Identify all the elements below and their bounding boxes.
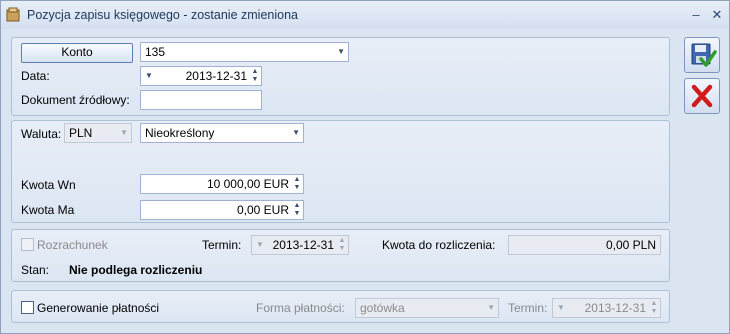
currency-select[interactable]: PLN ▼ (64, 123, 132, 143)
waluta-label: Waluta: (21, 127, 62, 141)
app-icon (6, 7, 20, 22)
save-check-icon (691, 43, 717, 67)
platnosc-termin-label: Termin: (508, 301, 548, 315)
chevron-down-icon: ▼ (292, 128, 300, 137)
rate-type-value: Nieokreślony (145, 126, 215, 140)
currency-value: PLN (69, 126, 93, 140)
kwota-do-rozliczenia-value: 0,00 PLN (605, 238, 656, 252)
kwota-do-rozliczenia-label: Kwota do rozliczenia: (382, 238, 496, 252)
chevron-down-icon: ▼ (256, 240, 264, 249)
kwota-wn-label: Kwota Wn (21, 178, 76, 192)
kwota-do-rozliczenia-field[interactable]: 0,00 PLN (508, 235, 661, 255)
dialog-window: Pozycja zapisu księgowego - zostanie zmi… (0, 0, 730, 334)
kwota-ma-value: 0,00 EUR (236, 203, 289, 217)
spinner-icon[interactable]: ▲ ▼ (650, 300, 658, 316)
generowanie-platnosci-label: Generowanie płatności (37, 301, 160, 315)
close-icon[interactable]: ✕ (708, 7, 726, 23)
spinner-icon[interactable]: ▲ ▼ (251, 68, 259, 84)
chevron-down-icon: ▼ (337, 47, 345, 56)
kwota-wn-field[interactable]: 10 000,00 EUR ▲ ▼ (140, 174, 304, 194)
dokument-label: Dokument źródłowy: (21, 93, 130, 107)
spinner-icon[interactable]: ▲ ▼ (293, 202, 301, 218)
dokument-field[interactable] (140, 90, 262, 110)
rozrachunek-label: Rozrachunek (37, 238, 108, 252)
chevron-down-icon: ▼ (557, 303, 565, 312)
stan-label: Stan: (21, 263, 50, 277)
title-bar: Pozycja zapisu księgowego - zostanie zmi… (1, 1, 729, 29)
generowanie-platnosci-checkbox[interactable] (21, 301, 34, 314)
chevron-down-icon: ▼ (487, 303, 495, 312)
cancel-button[interactable] (684, 78, 720, 114)
chevron-down-icon: ▼ (145, 71, 153, 80)
window-title: Pozycja zapisu księgowego - zostanie zmi… (27, 8, 298, 22)
termin-field[interactable]: ▼ 2013-12-31 ▲ ▼ (251, 235, 349, 255)
minimize-icon[interactable]: – (687, 7, 705, 23)
konto-value: 135 (145, 45, 166, 59)
platnosc-termin-value: 2013-12-31 (584, 301, 646, 315)
spinner-icon[interactable]: ▲ ▼ (293, 176, 301, 192)
termin-value: 2013-12-31 (272, 238, 334, 252)
data-label: Data: (21, 69, 50, 83)
chevron-down-icon: ▼ (120, 128, 128, 137)
kwota-ma-label: Kwota Ma (21, 203, 75, 217)
forma-platnosci-label: Forma płatności: (256, 301, 345, 315)
rate-type-select[interactable]: Nieokreślony ▼ (140, 123, 304, 143)
platnosc-termin-field[interactable]: ▼ 2013-12-31 ▲ ▼ (552, 298, 661, 318)
konto-button[interactable]: Konto (21, 43, 133, 63)
kwota-ma-field[interactable]: 0,00 EUR ▲ ▼ (140, 200, 304, 220)
stan-value: Nie podlega rozliczeniu (69, 263, 203, 277)
kwota-wn-value: 10 000,00 EUR (206, 177, 289, 191)
konto-select[interactable]: 135 ▼ (140, 42, 349, 62)
data-value: 2013-12-31 (185, 69, 247, 83)
konto-button-label: Konto (61, 45, 93, 59)
save-button[interactable] (684, 37, 720, 73)
forma-platnosci-select[interactable]: gotówka ▼ (355, 298, 499, 318)
data-field[interactable]: ▼ 2013-12-31 ▲ ▼ (140, 66, 262, 86)
forma-platnosci-value: gotówka (360, 301, 405, 315)
spinner-icon[interactable]: ▲ ▼ (338, 237, 346, 253)
termin-label: Termin: (202, 238, 242, 252)
red-x-icon (691, 84, 713, 108)
rozrachunek-checkbox[interactable] (21, 238, 34, 251)
